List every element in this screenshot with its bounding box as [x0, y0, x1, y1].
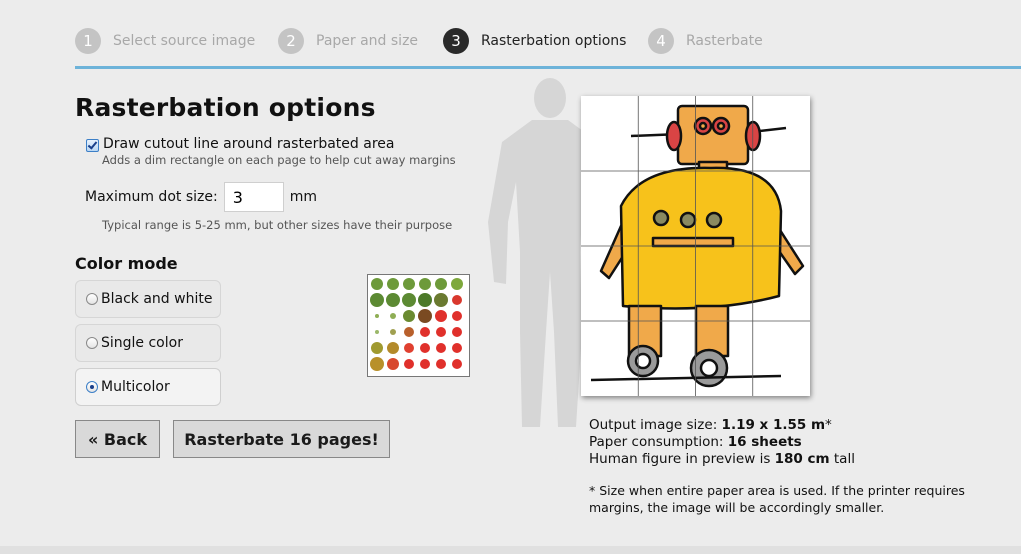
paper-consumption-value: 16 sheets — [727, 434, 802, 450]
radio-button-selected[interactable] — [86, 381, 98, 393]
dot-size-hint: Typical range is 5-25 mm, but other size… — [102, 218, 453, 232]
bottom-divider — [0, 546, 1021, 554]
paper-consumption-row: Paper consumption: 16 sheets — [589, 434, 855, 451]
step-label: Paper and size — [316, 33, 419, 49]
dot-pattern-preview — [367, 274, 470, 377]
step-number: 1 — [75, 28, 101, 54]
step-label: Select source image — [113, 33, 256, 49]
output-info: Output image size: 1.19 x 1.55 m* Paper … — [589, 417, 855, 468]
back-button[interactable]: « Back — [75, 420, 160, 458]
color-mode-label: Multicolor — [101, 379, 170, 395]
dot-size-input[interactable] — [223, 182, 284, 212]
human-figure-row: Human figure in preview is 180 cm tall — [589, 451, 855, 468]
step-number: 4 — [648, 28, 674, 54]
output-size-suffix: * — [825, 417, 832, 433]
dot-size-label: Maximum dot size: — [85, 189, 218, 205]
step-number: 2 — [278, 28, 304, 54]
rasterbate-button[interactable]: Rasterbate 16 pages! — [173, 420, 390, 458]
color-mode-multicolor[interactable]: Multicolor — [75, 368, 221, 406]
output-size-label: Output image size: — [589, 417, 722, 433]
dot-size-row: Maximum dot size: mm — [85, 182, 317, 212]
output-size-value: 1.19 x 1.55 m — [721, 417, 826, 433]
radio-button[interactable] — [86, 293, 98, 305]
rasterbation-preview — [581, 96, 810, 396]
step-label: Rasterbate — [686, 33, 763, 49]
color-mode-label: Single color — [101, 335, 183, 351]
output-size-row: Output image size: 1.19 x 1.55 m* — [589, 417, 855, 434]
color-mode-title: Color mode — [75, 254, 178, 273]
cutout-label: Draw cutout line around rasterbated area — [103, 136, 395, 152]
paper-consumption-label: Paper consumption: — [589, 434, 728, 450]
step-1[interactable]: 1 Select source image — [75, 28, 255, 54]
radio-button[interactable] — [86, 337, 98, 349]
step-label: Rasterbation options — [481, 33, 627, 49]
step-number: 3 — [443, 28, 469, 54]
dot-size-unit: mm — [289, 189, 317, 205]
step-4[interactable]: 4 Rasterbate — [648, 28, 763, 54]
human-figure-value: 180 cm — [774, 451, 830, 467]
step-2[interactable]: 2 Paper and size — [278, 28, 418, 54]
human-figure-label: Human figure in preview is — [589, 451, 775, 467]
color-mode-black-white[interactable]: Black and white — [75, 280, 221, 318]
step-3: 3 Rasterbation options — [443, 28, 626, 54]
human-figure-suffix: tall — [829, 451, 855, 467]
progress-steps: 1 Select source image 2 Paper and size 3… — [75, 28, 1021, 69]
color-mode-single[interactable]: Single color — [75, 324, 221, 362]
cutout-hint: Adds a dim rectangle on each page to hel… — [102, 153, 456, 167]
color-mode-label: Black and white — [101, 291, 213, 307]
page-title: Rasterbation options — [75, 93, 376, 122]
cutout-checkbox[interactable] — [86, 139, 99, 152]
cutout-option[interactable]: Draw cutout line around rasterbated area — [86, 136, 394, 152]
size-footnote: * Size when entire paper area is used. I… — [589, 483, 965, 515]
